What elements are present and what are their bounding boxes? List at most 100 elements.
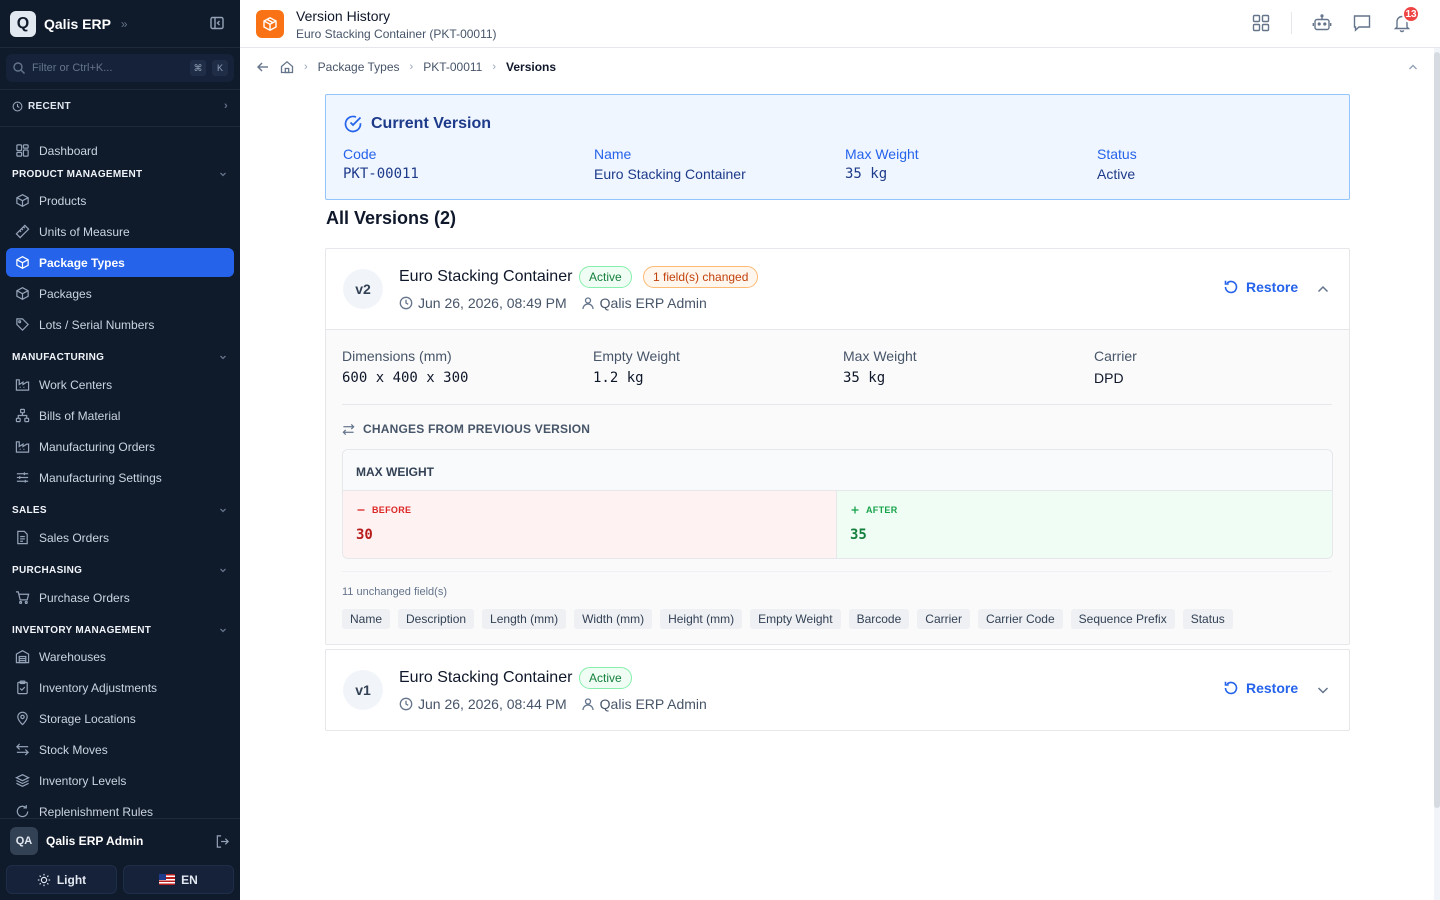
sidebar-item-label: Packages — [39, 286, 92, 301]
sidebar-item-package-types[interactable]: Package Types — [6, 248, 234, 277]
theme-toggle-button[interactable]: Light — [6, 865, 117, 894]
language-button[interactable]: EN — [123, 865, 234, 894]
box-icon — [16, 286, 29, 301]
restore-icon — [1224, 681, 1238, 695]
restore-button[interactable]: Restore — [1223, 279, 1298, 295]
version-header[interactable]: v1 Euro Stacking Container Active Jun 26… — [326, 650, 1349, 730]
kbd-k: K — [212, 60, 228, 76]
sliders-icon — [16, 472, 29, 483]
chevron-down-icon[interactable] — [1315, 682, 1331, 698]
sidebar-item-manufacturing-settings[interactable]: Manufacturing Settings — [6, 463, 234, 492]
sidebar-item-storage-locations[interactable]: Storage Locations — [6, 704, 234, 733]
sidebar-item-dashboard[interactable]: Dashboard — [6, 136, 234, 165]
arrows-exchange-icon — [342, 423, 355, 435]
section-label: MANUFACTURING — [12, 351, 105, 363]
page-title: Version History — [296, 8, 391, 24]
field-value: 1.2 kg — [593, 370, 644, 386]
sidebar-item-label: Purchase Orders — [39, 590, 130, 605]
brand[interactable]: Q Qalis ERP » — [10, 10, 128, 37]
sidebar-item-packages[interactable]: Packages — [6, 279, 234, 308]
chevron-up-icon[interactable] — [1406, 60, 1420, 74]
version-card-v2: v2 Euro Stacking Container Active 1 fiel… — [325, 248, 1350, 645]
sidebar-item-lots-serial-numbers[interactable]: Lots / Serial Numbers — [6, 310, 234, 339]
version-card-v1: v1 Euro Stacking Container Active Jun 26… — [325, 649, 1350, 731]
after-label: AFTER — [850, 505, 898, 515]
current-field-max-weight: Max Weight 35 kg — [845, 146, 919, 182]
notification-count-badge: 13 — [1402, 5, 1420, 23]
sidebar-item-replenishment-rules[interactable]: Replenishment Rules — [6, 797, 234, 818]
sidebar-collapse-icon[interactable] — [209, 15, 225, 31]
package-icon — [256, 10, 284, 38]
version-name: Euro Stacking Container — [399, 669, 573, 686]
section-sales[interactable]: SALES — [12, 503, 228, 517]
recent-toggle[interactable]: RECENT › — [12, 98, 228, 114]
map-pin-icon — [17, 711, 28, 726]
sidebar-item-label: Inventory Levels — [39, 773, 127, 788]
user-icon — [582, 297, 594, 310]
user-name: Qalis ERP Admin — [46, 834, 144, 848]
sidebar-item-label: Work Centers — [39, 377, 113, 392]
current-field-name: Name Euro Stacking Container — [594, 146, 746, 182]
sidebar-item-stock-moves[interactable]: Stock Moves — [6, 735, 234, 764]
sidebar-item-warehouses[interactable]: Warehouses — [6, 642, 234, 671]
section-product-management[interactable]: PRODUCT MANAGEMENT — [12, 167, 228, 181]
unchanged-field-chip: Sequence Prefix — [1070, 609, 1175, 629]
home-icon[interactable] — [280, 60, 294, 74]
sidebar-item-label: Stock Moves — [39, 742, 108, 757]
version-meta: Jun 26, 2026, 08:49 PM Qalis ERP Admin — [399, 295, 707, 311]
brand-logo: Q — [10, 10, 36, 37]
apps-grid-icon[interactable] — [1251, 13, 1271, 33]
sun-icon — [37, 873, 50, 886]
field-value: 600 x 400 x 300 — [342, 370, 469, 386]
sidebar-item-purchase-orders[interactable]: Purchase Orders — [6, 583, 234, 612]
robot-assistant-icon[interactable] — [1312, 13, 1332, 33]
current-field-status: Status Active — [1097, 146, 1137, 182]
status-badge: Active — [579, 667, 632, 689]
sidebar-filter-input[interactable]: Filter or Ctrl+K... ⌘ K — [6, 54, 234, 82]
header-tools: 13 — [1251, 5, 1420, 34]
sidebar-item-inventory-adjustments[interactable]: Inventory Adjustments — [6, 673, 234, 702]
logout-icon[interactable] — [215, 834, 230, 849]
version-date: Jun 26, 2026, 08:44 PM — [418, 696, 567, 712]
field-value: 35 kg — [845, 166, 888, 182]
sidebar-item-units-of-measure[interactable]: Units of Measure — [6, 217, 234, 246]
current-field-code: Code PKT-00011 — [343, 146, 419, 182]
field-label: Code — [343, 146, 377, 162]
dashboard-icon — [16, 144, 29, 157]
back-arrow-icon[interactable] — [256, 60, 270, 74]
arrows-exchange-icon — [16, 743, 29, 756]
scrollbar-thumb[interactable] — [1434, 52, 1440, 808]
after-label-text: AFTER — [866, 505, 898, 515]
plus-icon — [851, 506, 859, 514]
chevron-down-icon — [220, 508, 226, 513]
user-menu[interactable]: QA Qalis ERP Admin — [10, 827, 230, 855]
sidebar-item-label: Warehouses — [39, 649, 106, 664]
section-manufacturing[interactable]: MANUFACTURING — [12, 350, 228, 364]
sidebar-item-bills-of-material[interactable]: Bills of Material — [6, 401, 234, 430]
sidebar-item-inventory-levels[interactable]: Inventory Levels — [6, 766, 234, 795]
detail-carrier: Carrier DPD — [1094, 348, 1137, 386]
section-inventory-management[interactable]: INVENTORY MANAGEMENT — [12, 623, 228, 637]
section-purchasing[interactable]: PURCHASING — [12, 563, 228, 577]
sidebar-item-products[interactable]: Products — [6, 186, 234, 215]
sidebar-item-sales-orders[interactable]: Sales Orders — [6, 523, 234, 552]
user-icon — [582, 698, 594, 711]
sidebar-item-work-centers[interactable]: Work Centers — [6, 370, 234, 399]
breadcrumb-pkt-00011[interactable]: PKT-00011 — [423, 60, 482, 74]
notification-bell-icon[interactable]: 13 — [1392, 5, 1420, 33]
sidebar-divider — [0, 47, 240, 48]
sidebar-item-label: Units of Measure — [39, 224, 130, 239]
chat-icon[interactable] — [1352, 13, 1372, 33]
breadcrumb-package-types[interactable]: Package Types — [318, 60, 400, 74]
restore-button[interactable]: Restore — [1223, 680, 1298, 696]
sidebar-item-manufacturing-orders[interactable]: Manufacturing Orders — [6, 432, 234, 461]
diff-after: AFTER 35 — [837, 491, 1332, 558]
brand-name: Qalis ERP — [44, 15, 111, 32]
diff-before: BEFORE 30 — [343, 491, 837, 558]
version-header[interactable]: v2 Euro Stacking Container Active 1 fiel… — [326, 249, 1349, 329]
cart-icon — [15, 591, 30, 605]
sidebar-item-label: Replenishment Rules — [39, 804, 154, 819]
breadcrumb: › Package Types › PKT-00011 › Versions — [256, 58, 556, 76]
filter-placeholder: Filter or Ctrl+K... — [32, 62, 113, 74]
chevron-up-icon[interactable] — [1315, 281, 1331, 297]
